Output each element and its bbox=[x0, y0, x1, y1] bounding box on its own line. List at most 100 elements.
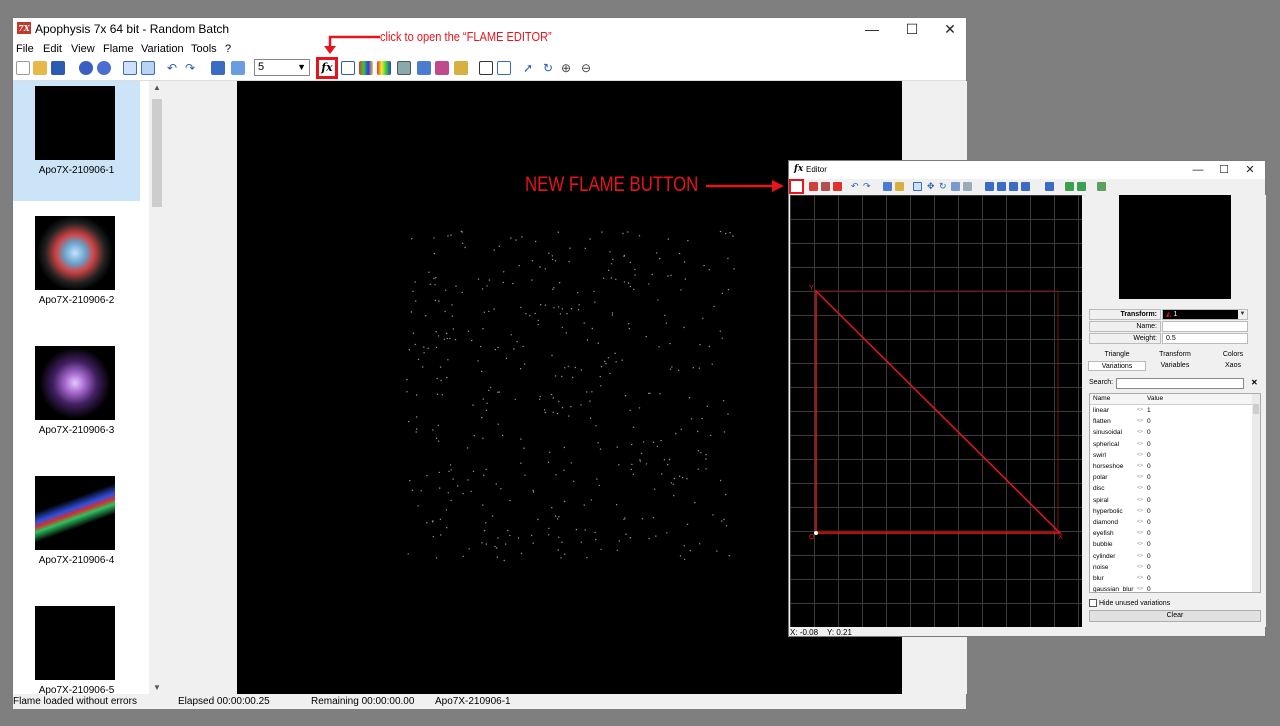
editor-close-button[interactable]: ✕ bbox=[1237, 161, 1263, 179]
flip-horizontal-icon[interactable] bbox=[1009, 182, 1018, 191]
menu-file[interactable]: File bbox=[16, 43, 34, 55]
select-mode-icon[interactable] bbox=[913, 182, 922, 191]
hide-unused-checkbox[interactable] bbox=[1089, 599, 1097, 607]
menu-flame[interactable]: Flame bbox=[103, 43, 134, 55]
drag-arrows-icon[interactable]: <> bbox=[1137, 495, 1143, 506]
batch-render-icon[interactable] bbox=[97, 61, 111, 75]
gradient-icon[interactable] bbox=[377, 61, 391, 75]
drag-arrows-icon[interactable]: <> bbox=[1137, 506, 1143, 517]
variation-value[interactable]: 0 bbox=[1147, 450, 1151, 461]
tab-variables[interactable]: Variables bbox=[1146, 361, 1204, 371]
drag-arrows-icon[interactable]: <> bbox=[1137, 416, 1143, 427]
pointer-icon[interactable]: ➚ bbox=[523, 61, 537, 75]
variation-row[interactable]: eyefish <> 0 bbox=[1090, 528, 1260, 539]
zoom-out-icon[interactable]: ⊖ bbox=[581, 61, 595, 75]
undo-icon[interactable]: ↶ bbox=[851, 182, 860, 191]
drag-arrows-icon[interactable]: <> bbox=[1137, 405, 1143, 416]
search-input[interactable] bbox=[1116, 378, 1244, 389]
variation-row[interactable]: blur <> 0 bbox=[1090, 573, 1260, 584]
variation-row[interactable]: linear <> 1 bbox=[1090, 405, 1260, 416]
flame-editor-button[interactable]: fx bbox=[316, 57, 338, 79]
thumbnail-list[interactable]: Apo7X-210906-1 Apo7X-210906-2 Apo7X-2109… bbox=[13, 81, 165, 696]
thumbnail-scrollbar[interactable]: ▲ ▼ bbox=[149, 81, 165, 694]
drag-arrows-icon[interactable]: <> bbox=[1137, 539, 1143, 550]
options-icon[interactable] bbox=[1097, 182, 1106, 191]
variation-row[interactable]: bubble <> 0 bbox=[1090, 539, 1260, 550]
menu-variation[interactable]: Variation bbox=[141, 43, 184, 55]
close-icon[interactable]: ✕ bbox=[1251, 378, 1258, 387]
variation-row[interactable]: disc <> 0 bbox=[1090, 483, 1260, 494]
scrollbar-thumb[interactable] bbox=[1253, 404, 1259, 414]
drag-arrows-icon[interactable]: <> bbox=[1137, 528, 1143, 539]
menu-tools[interactable]: Tools bbox=[191, 43, 217, 55]
variation-row[interactable]: hyperbolic <> 0 bbox=[1090, 506, 1260, 517]
thumbnail-item[interactable]: Apo7X-210906-2 bbox=[13, 211, 140, 331]
rotate-icon[interactable]: ↻ bbox=[543, 61, 557, 75]
fullscreen-icon[interactable] bbox=[211, 61, 225, 75]
editor-maximize-button[interactable]: ☐ bbox=[1211, 161, 1237, 179]
clear-button[interactable]: Clear bbox=[1089, 610, 1261, 622]
name-field[interactable] bbox=[1162, 321, 1248, 332]
variations-table[interactable]: Name Value linear <> 1 flatten <> 0 sinusoidal… bbox=[1089, 393, 1261, 593]
drag-arrows-icon[interactable]: <> bbox=[1137, 584, 1143, 592]
drag-arrows-icon[interactable]: <> bbox=[1137, 439, 1143, 450]
drag-arrows-icon[interactable]: <> bbox=[1137, 517, 1143, 528]
variation-row[interactable]: noise <> 0 bbox=[1090, 562, 1260, 573]
menu-view[interactable]: View bbox=[71, 43, 95, 55]
preview-icon[interactable] bbox=[231, 61, 245, 75]
drag-arrows-icon[interactable]: <> bbox=[1137, 551, 1143, 562]
variation-row[interactable]: swirl <> 0 bbox=[1090, 450, 1260, 461]
list-view-icon[interactable] bbox=[123, 61, 137, 75]
post-transform-icon[interactable] bbox=[1065, 182, 1074, 191]
drag-arrows-icon[interactable]: <> bbox=[1137, 450, 1143, 461]
add-transform-icon[interactable] bbox=[809, 182, 818, 191]
flip-vertical-icon[interactable] bbox=[1021, 182, 1030, 191]
paste-icon[interactable] bbox=[895, 182, 904, 191]
weight-field[interactable]: 0.5 bbox=[1162, 333, 1248, 344]
variation-value[interactable]: 0 bbox=[1147, 539, 1151, 550]
variation-value[interactable]: 0 bbox=[1147, 483, 1151, 494]
maximize-button[interactable]: ☐ bbox=[893, 18, 931, 40]
tab-colors[interactable]: Colors bbox=[1204, 350, 1262, 360]
select-icon[interactable] bbox=[479, 61, 493, 75]
tab-xaos[interactable]: Xaos bbox=[1204, 361, 1262, 371]
variation-value[interactable]: 0 bbox=[1147, 506, 1151, 517]
variation-value[interactable]: 0 bbox=[1147, 495, 1151, 506]
pivot-icon[interactable] bbox=[963, 182, 972, 191]
drag-arrows-icon[interactable]: <> bbox=[1137, 461, 1143, 472]
drag-arrows-icon[interactable]: <> bbox=[1137, 427, 1143, 438]
open-icon[interactable] bbox=[33, 61, 47, 75]
rotate-icon[interactable]: ↻ bbox=[939, 182, 948, 191]
rotate-right-icon[interactable] bbox=[997, 182, 1006, 191]
variation-value[interactable]: 0 bbox=[1147, 517, 1151, 528]
close-button[interactable]: ✕ bbox=[931, 18, 969, 40]
variation-row[interactable]: spiral <> 0 bbox=[1090, 495, 1260, 506]
transform-triangle[interactable]: Y O X bbox=[790, 195, 1082, 627]
redo-icon[interactable]: ↷ bbox=[185, 61, 199, 75]
variation-value[interactable]: 0 bbox=[1147, 573, 1151, 584]
menu-edit[interactable]: Edit bbox=[43, 43, 62, 55]
editor-titlebar[interactable]: fx Editor — ☐ ✕ bbox=[789, 161, 1265, 179]
minimize-button[interactable]: — bbox=[853, 18, 891, 40]
variation-row[interactable]: sinusoidal <> 0 bbox=[1090, 427, 1260, 438]
save-icon[interactable] bbox=[51, 61, 65, 75]
variation-value[interactable]: 0 bbox=[1147, 427, 1151, 438]
copy-icon[interactable] bbox=[883, 182, 892, 191]
scale-icon[interactable] bbox=[951, 182, 960, 191]
duplicate-transform-icon[interactable] bbox=[821, 182, 830, 191]
delete-transform-icon[interactable] bbox=[833, 182, 842, 191]
variation-row[interactable]: spherical <> 0 bbox=[1090, 439, 1260, 450]
variation-row[interactable]: cylinder <> 0 bbox=[1090, 551, 1260, 562]
variation-value[interactable]: 0 bbox=[1147, 584, 1151, 592]
thumbnail-item[interactable]: Apo7X-210906-4 bbox=[13, 471, 140, 591]
thumbnail-item[interactable]: Apo7X-210906-3 bbox=[13, 341, 140, 461]
drag-arrows-icon[interactable]: <> bbox=[1137, 472, 1143, 483]
variation-row[interactable]: flatten <> 0 bbox=[1090, 416, 1260, 427]
zoom-in-icon[interactable]: ⊕ bbox=[561, 61, 575, 75]
transform-select[interactable]: ◭ 1 ▼ bbox=[1162, 309, 1248, 320]
scroll-up-icon[interactable]: ▲ bbox=[149, 83, 165, 92]
gear-icon[interactable] bbox=[79, 61, 93, 75]
variation-value[interactable]: 0 bbox=[1147, 461, 1151, 472]
options-icon[interactable] bbox=[454, 61, 468, 75]
menu-help[interactable]: ? bbox=[225, 43, 231, 55]
